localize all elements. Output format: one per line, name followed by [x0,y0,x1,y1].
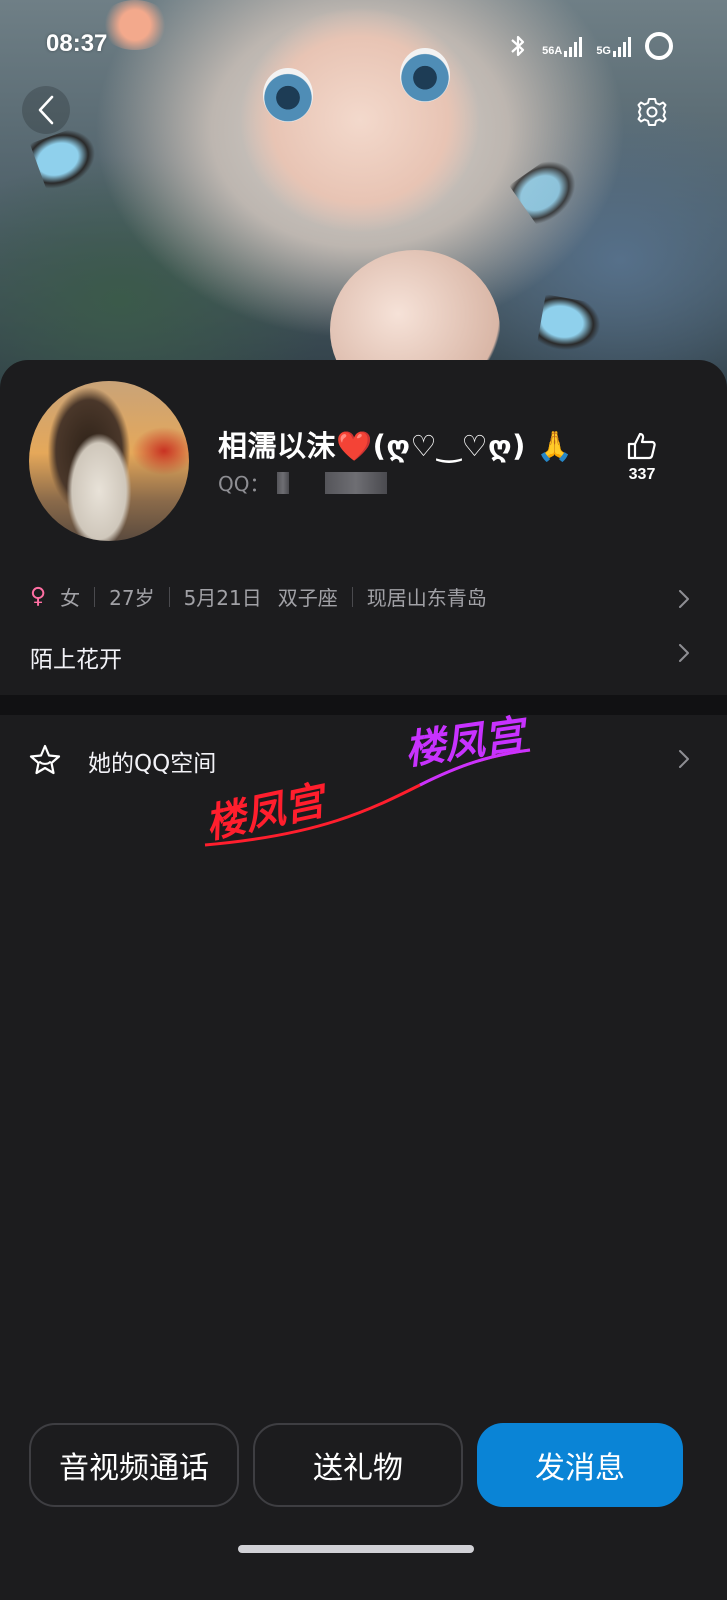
like-count: 337 [628,466,656,483]
nickname: 相濡以沫❤️(ღ♡‿♡ღ) 🙏 [218,429,574,463]
cover-art-butterfly [509,145,601,235]
cover-art-butterfly [535,294,615,366]
chevron-left-icon [38,95,54,125]
home-indicator[interactable] [238,1545,474,1553]
thumbs-up-icon [627,432,656,460]
female-icon: ♀ [30,584,47,609]
battery-icon [645,32,673,60]
send-gift-button[interactable]: 送礼物 [253,1423,463,1507]
birthday-text: 5月21日 [183,586,262,610]
back-button[interactable] [22,86,70,134]
qq-number-redacted [277,471,290,494]
watermark-swoosh [204,748,531,847]
qzone-label: 她的QQ空间 [88,751,217,777]
bluetooth-icon [511,35,525,57]
divider [168,586,170,607]
settings-button[interactable] [628,88,676,136]
cover-art-eye-right [400,48,450,102]
divider [351,586,353,607]
cover-art-eye-left [263,68,313,122]
profile-card: 相濡以沫❤️(ღ♡‿♡ღ) 🙏 QQ： 337 ♀ 女 27岁 5月21日 双子… [0,360,727,695]
bottom-action-bar: 音视频通话 送礼物 发消息 [29,1423,683,1507]
like-button[interactable]: 337 [620,430,664,484]
profile-cover-image[interactable] [0,0,727,400]
section-divider [0,695,727,715]
avatar[interactable] [29,381,189,541]
qq-label: QQ： [218,472,270,496]
location-text: 现居山东青岛 [366,586,487,610]
qq-number: QQ： [218,468,388,497]
send-message-button[interactable]: 发消息 [477,1423,683,1507]
signal-icon-2: 5G [596,35,631,57]
zodiac-text: 双子座 [277,586,338,610]
chevron-right-icon[interactable] [675,644,693,662]
video-call-button[interactable]: 音视频通话 [29,1423,239,1507]
status-icons: 56A 5G [508,32,673,60]
chevron-right-icon[interactable] [675,590,693,608]
divider [94,586,96,607]
gender-text: 女 [60,586,81,610]
profile-info-row[interactable]: ♀ 女 27岁 5月21日 双子座 现居山东青岛 [30,582,487,611]
star-icon [29,744,61,775]
signature[interactable]: 陌上花开 [30,640,122,674]
cover-art-flower [100,0,170,50]
signal-icon-1: 56A [542,35,583,57]
status-time: 08:37 [46,30,108,57]
chevron-right-icon [679,750,689,768]
qq-number-redacted [325,471,388,494]
gear-icon [637,98,667,126]
age-text: 27岁 [109,586,155,610]
